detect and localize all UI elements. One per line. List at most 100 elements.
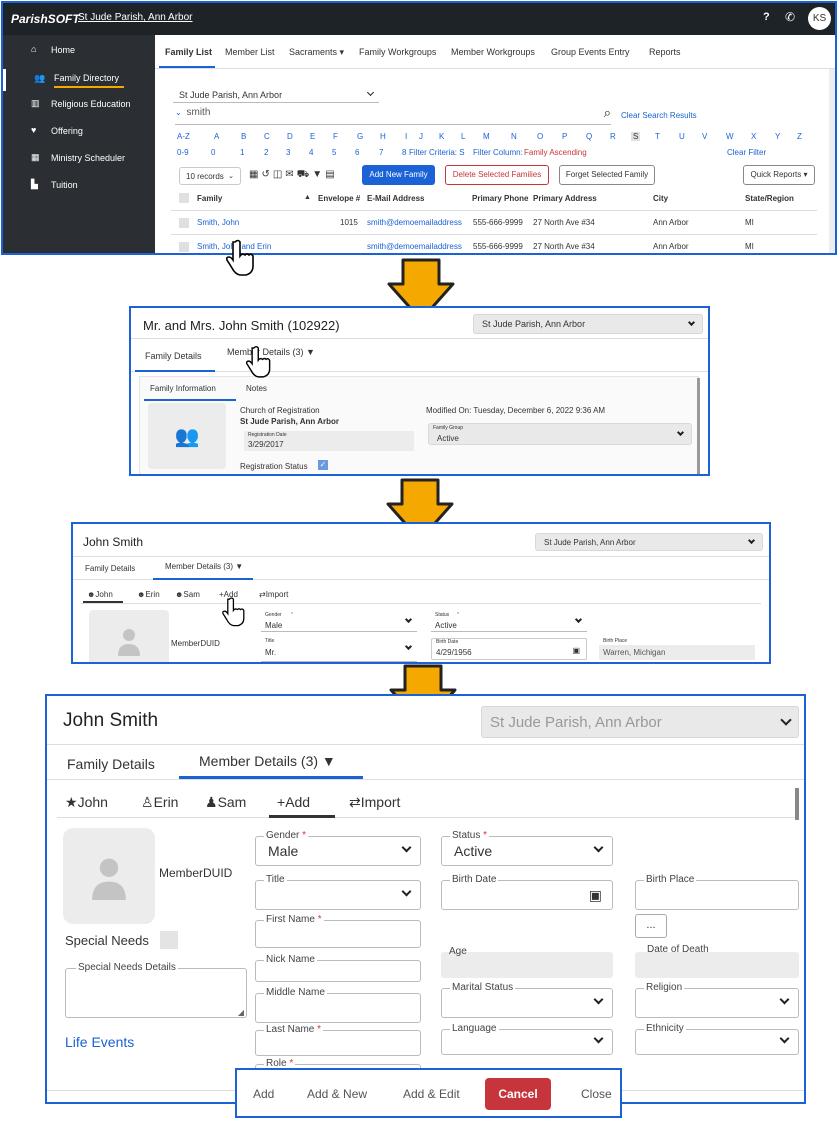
cancel-button[interactable]: Cancel <box>485 1078 551 1110</box>
filter-letter[interactable]: A-Z <box>177 132 190 141</box>
calendar-icon[interactable]: ▣ <box>589 887 602 904</box>
filter-number[interactable]: 0-9 <box>177 148 189 157</box>
filter-letter[interactable]: Z <box>797 132 802 141</box>
status-select[interactable]: Status * Active <box>431 612 587 632</box>
title-select[interactable]: Title Mr. <box>261 638 417 662</box>
filter-number[interactable]: 4 <box>309 148 313 157</box>
col-address[interactable]: Primary Address <box>533 194 597 203</box>
filter-letter[interactable]: U <box>679 132 685 141</box>
filter-letter[interactable]: O <box>537 132 543 141</box>
tab-family-list[interactable]: Family List <box>165 47 212 57</box>
document-icon[interactable]: ▤ <box>325 169 337 180</box>
row-checkbox[interactable] <box>179 218 189 228</box>
grid-icon[interactable]: ▦ <box>249 169 261 180</box>
member-tab-import[interactable]: ⇄Import <box>349 794 400 811</box>
scrollbar[interactable] <box>829 69 835 253</box>
truck-icon[interactable]: ⛟ <box>297 169 313 180</box>
clear-search-link[interactable]: Clear Search Results <box>621 111 697 120</box>
filter-letter[interactable]: A <box>214 132 219 141</box>
parish-link[interactable]: St Jude Parish, Ann Arbor <box>78 12 193 23</box>
more-button[interactable]: ... <box>635 914 667 938</box>
col-state[interactable]: State/Region <box>745 194 794 203</box>
resize-icon[interactable]: ◢ <box>238 1008 244 1017</box>
columns-icon[interactable]: ◫ <box>273 169 285 180</box>
parish-select[interactable]: St Jude Parish, Ann Arbor <box>173 87 379 103</box>
tab-sacraments[interactable]: Sacraments ▾ <box>289 47 344 58</box>
filter-letter[interactable]: H <box>380 132 386 141</box>
filter-letter[interactable]: T <box>655 132 660 141</box>
special-needs-checkbox[interactable] <box>160 931 178 949</box>
tab-member-details[interactable]: Member Details (3) ▼ <box>165 562 243 571</box>
member-tab-import[interactable]: ⇄Import <box>259 590 288 599</box>
filter-letter[interactable]: M <box>483 132 490 141</box>
filter-number[interactable]: 7 <box>379 148 383 157</box>
search-icon[interactable]: ⌕ <box>604 105 611 121</box>
filter-letter[interactable]: Y <box>775 132 780 141</box>
family-group-select[interactable]: Family Group Active <box>428 423 692 445</box>
filter-number[interactable]: 5 <box>332 148 336 157</box>
birth-place-field[interactable]: Birth Place Warren, Michigan <box>599 638 755 660</box>
table-row[interactable]: Smith, John and Erin smith@demoemailaddr… <box>171 235 817 253</box>
filter-letter[interactable]: J <box>419 132 423 141</box>
avatar[interactable]: KS <box>808 7 831 30</box>
sidebar-item-offering[interactable]: ♥ Offering <box>3 124 155 140</box>
email-cell[interactable]: smith@demoemailaddress <box>367 242 471 251</box>
parish-select[interactable]: St Jude Parish, Ann Arbor <box>481 706 799 738</box>
filter-letter[interactable]: R <box>610 132 616 141</box>
clear-filter-link[interactable]: Clear Filter <box>727 148 766 157</box>
filter-letter[interactable]: V <box>702 132 707 141</box>
scrollbar[interactable] <box>697 378 700 474</box>
filter-number[interactable]: 8 <box>402 148 406 157</box>
parish-select[interactable]: St Jude Parish, Ann Arbor <box>473 314 703 334</box>
col-email[interactable]: E-Mail Address <box>367 194 425 203</box>
add-button[interactable]: Add <box>253 1087 274 1101</box>
tab-reports[interactable]: Reports <box>649 47 681 57</box>
member-tab-add[interactable]: +Add <box>277 794 310 810</box>
tab-family-details[interactable]: Family Details <box>145 351 202 361</box>
member-tab-sam[interactable]: ☻Sam <box>175 590 200 599</box>
member-tab-erin[interactable]: ☻Erin <box>137 590 160 599</box>
row-checkbox[interactable] <box>179 242 189 252</box>
middle-name-input[interactable]: Middle Name <box>255 987 421 1023</box>
sidebar-item-family-directory[interactable]: 👥 Family Directory <box>3 69 155 91</box>
filter-letter[interactable]: B <box>241 132 246 141</box>
filter-letter[interactable]: N <box>511 132 517 141</box>
col-city[interactable]: City <box>653 194 668 203</box>
member-tab-john[interactable]: ☻John <box>87 590 113 599</box>
tab-group-events-entry[interactable]: Group Events Entry <box>551 47 630 57</box>
tab-family-details[interactable]: Family Details <box>67 756 155 772</box>
member-tab-john[interactable]: ★John <box>65 794 108 811</box>
filter-number[interactable]: 3 <box>286 148 290 157</box>
tab-member-workgroups[interactable]: Member Workgroups <box>451 47 535 57</box>
scrollbar[interactable] <box>795 788 799 820</box>
first-name-input[interactable]: First Name * <box>255 914 421 948</box>
add-new-family-button[interactable]: Add New Family <box>362 165 435 185</box>
filter-number[interactable]: 0 <box>211 148 215 157</box>
table-row[interactable]: Smith, John 1015 smith@demoemailaddress … <box>171 211 817 235</box>
subtab-family-information[interactable]: Family Information <box>150 384 216 393</box>
language-select[interactable]: Language <box>441 1023 613 1055</box>
title-select[interactable]: Title <box>255 874 421 910</box>
filter-letter[interactable]: X <box>751 132 756 141</box>
nick-name-input[interactable]: Nick Name <box>255 954 421 982</box>
filter-letter[interactable]: S <box>631 132 641 141</box>
tab-member-list[interactable]: Member List <box>225 47 275 57</box>
delete-families-button[interactable]: Delete Selected Families <box>445 165 549 185</box>
sidebar-item-home[interactable]: ⌂ Home <box>3 43 155 59</box>
records-select[interactable]: 10 records ⌄ <box>179 167 241 185</box>
filter-letter[interactable]: K <box>439 132 444 141</box>
filter-letter[interactable]: Q <box>586 132 592 141</box>
tab-family-workgroups[interactable]: Family Workgroups <box>359 47 436 57</box>
tab-member-details[interactable]: Member Details (3) ▼ <box>199 753 336 769</box>
filter-letter[interactable]: E <box>310 132 315 141</box>
filter-letter[interactable]: G <box>357 132 363 141</box>
status-select[interactable]: Status * Active <box>441 830 613 866</box>
marital-status-select[interactable]: Marital Status <box>441 982 613 1018</box>
life-events-link[interactable]: Life Events <box>65 1034 134 1050</box>
filter-number[interactable]: 2 <box>264 148 268 157</box>
birth-place-input[interactable]: Birth Place <box>635 874 799 910</box>
email-cell[interactable]: smith@demoemailaddress <box>367 218 471 227</box>
search-input[interactable]: ⌄ smith ⌕ <box>175 105 611 125</box>
mail-icon[interactable]: ✉ <box>285 169 296 180</box>
registration-status-checkbox[interactable]: ✓ <box>318 460 328 470</box>
